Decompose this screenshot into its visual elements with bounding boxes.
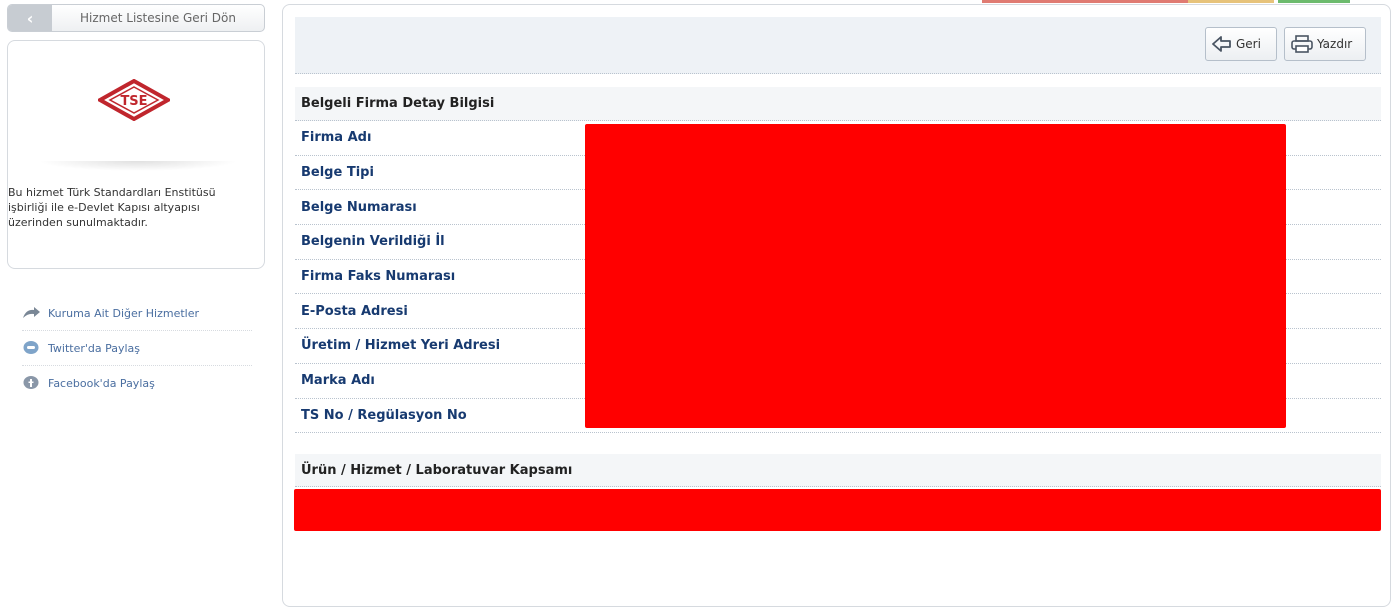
top-decor-strip	[982, 0, 1188, 3]
back-to-list-button[interactable]: ‹ Hizmet Listesine Geri Dön	[7, 4, 265, 32]
chevron-left-icon: ‹	[8, 5, 52, 31]
row-label: Üretim / Hizmet Yeri Adresi	[301, 338, 501, 354]
tse-logo: TSE	[95, 78, 173, 125]
twitter-share-link[interactable]: Twitter'da Paylaş	[22, 331, 252, 366]
row-label: E-Posta Adresi	[301, 303, 408, 319]
top-decor-strip	[1278, 0, 1350, 3]
back-button-label: Geri	[1236, 37, 1261, 51]
toolbar: Geri Yazdır	[295, 17, 1381, 74]
side-link-label: Twitter'da Paylaş	[48, 341, 141, 355]
facebook-icon	[22, 376, 40, 390]
back-to-list-label: Hizmet Listesine Geri Dön	[80, 11, 236, 25]
details-section-title: Belgeli Firma Detay Bilgisi	[295, 87, 1381, 121]
row-label: Firma Faks Numarası	[301, 269, 456, 285]
redacted-scope-content	[294, 489, 1381, 531]
arrow-icon	[22, 306, 40, 320]
facebook-share-link[interactable]: Facebook'da Paylaş	[22, 366, 252, 400]
logo-shadow	[38, 161, 238, 171]
twitter-icon	[22, 341, 40, 355]
arrow-left-icon	[1212, 36, 1232, 52]
side-links: Kuruma Ait Diğer Hizmetler Twitter'da Pa…	[22, 296, 252, 400]
print-button[interactable]: Yazdır	[1284, 27, 1366, 61]
row-label: Belge Numarası	[301, 199, 417, 215]
redacted-details-values	[585, 124, 1286, 428]
row-label: Belgenin Verildiği İl	[301, 234, 445, 250]
main-panel: Geri Yazdır Belgeli Firma Detay Bilgisi …	[282, 4, 1391, 607]
row-label: Belge Tipi	[301, 165, 374, 181]
side-link-label: Kuruma Ait Diğer Hizmetler	[48, 306, 200, 320]
printer-icon	[1291, 35, 1313, 53]
institution-description: Bu hizmet Türk Standardları Enstitüsü iş…	[8, 186, 216, 229]
scope-section-title: Ürün / Hizmet / Laboratuvar Kapsamı	[295, 454, 1381, 487]
other-services-link[interactable]: Kuruma Ait Diğer Hizmetler	[22, 296, 252, 331]
institution-panel: TSE Bu hizmet Türk Standardları Enstitüs…	[7, 40, 265, 269]
svg-text:TSE: TSE	[120, 94, 147, 109]
top-decor-strip	[1188, 0, 1274, 3]
back-button[interactable]: Geri	[1205, 27, 1277, 61]
print-button-label: Yazdır	[1317, 37, 1353, 51]
row-label: Marka Adı	[301, 373, 375, 389]
row-label: TS No / Regülasyon No	[301, 407, 467, 423]
side-link-label: Facebook'da Paylaş	[48, 376, 155, 390]
row-label: Firma Adı	[301, 130, 372, 146]
